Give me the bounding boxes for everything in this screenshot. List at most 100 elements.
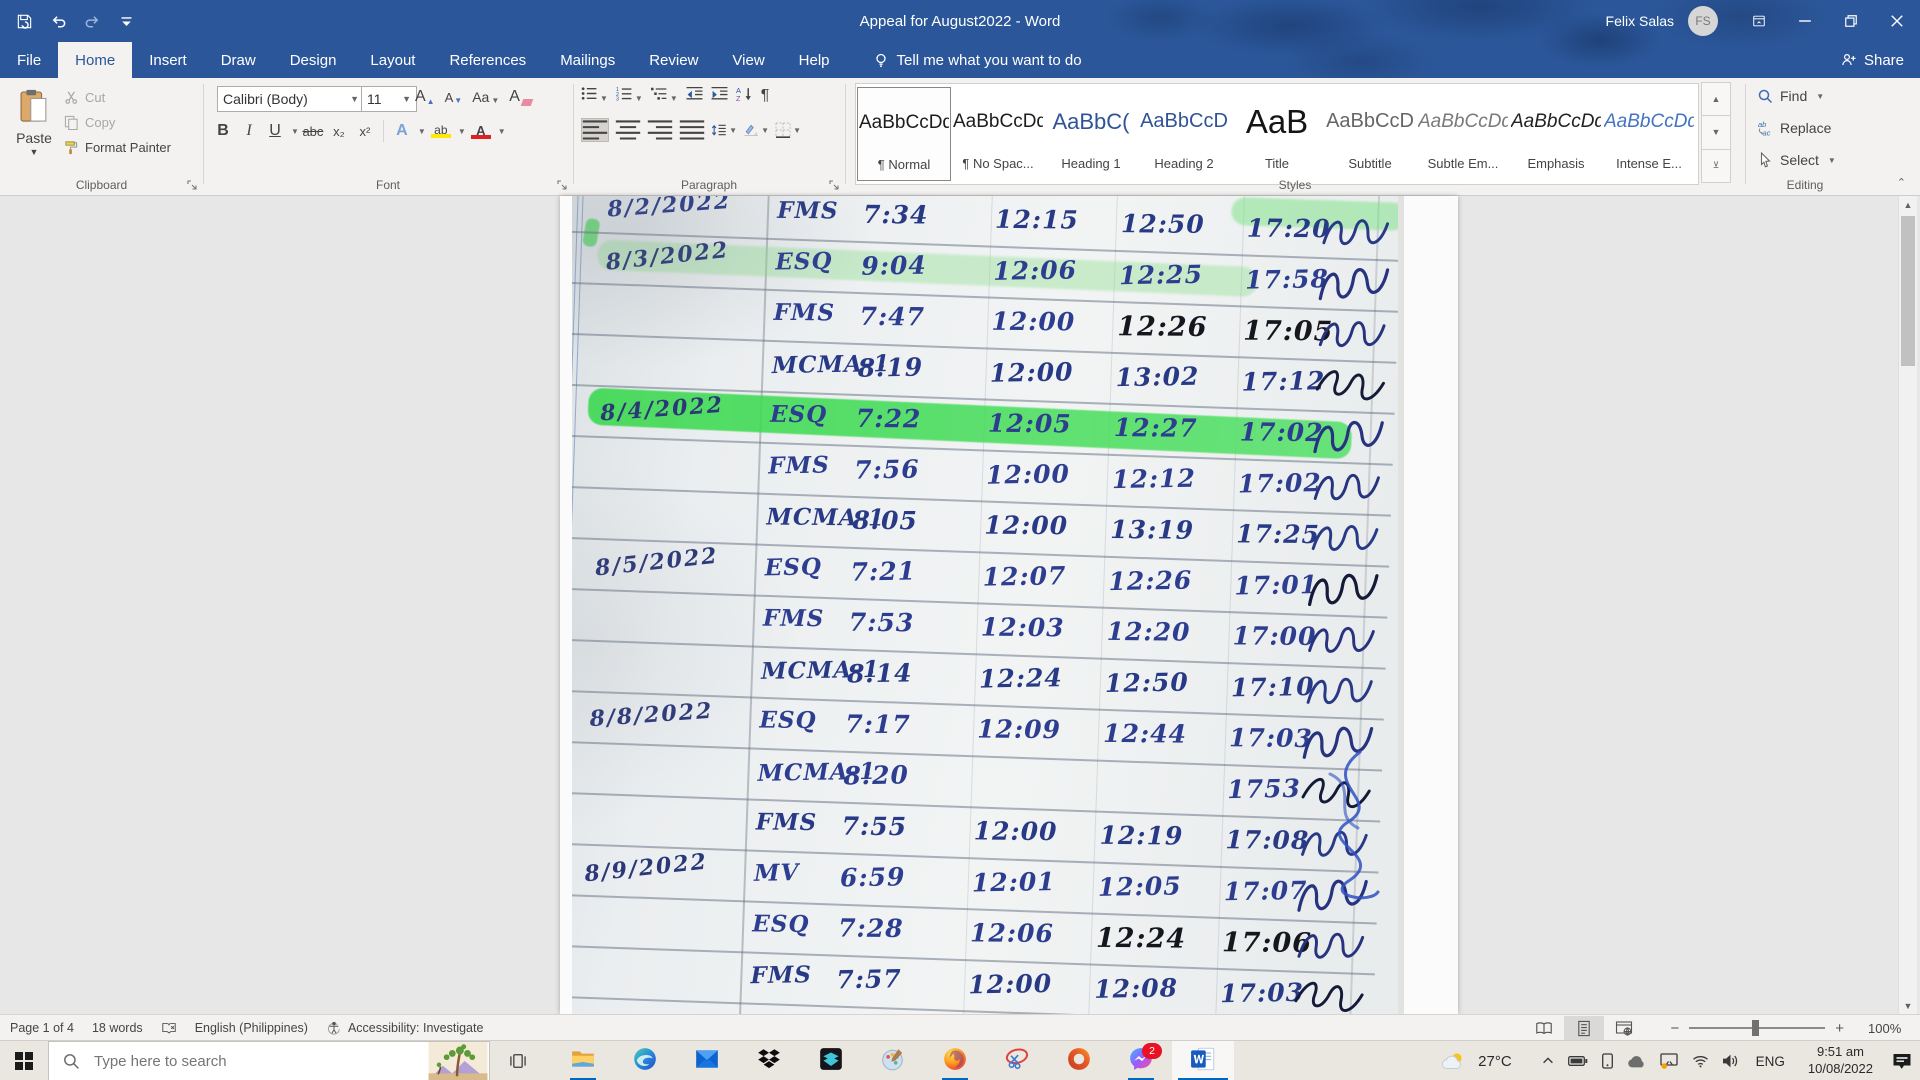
taskbar-app-file-explorer[interactable] (552, 1041, 614, 1080)
wifi-icon[interactable] (1692, 1055, 1709, 1068)
font-size-combo[interactable]: 11▼ (361, 86, 417, 112)
align-left-button[interactable] (581, 118, 609, 142)
italic-button[interactable]: I (237, 122, 261, 140)
line-spacing-button[interactable]: ▼ (711, 119, 737, 141)
undo-icon[interactable] (48, 11, 68, 31)
zoom-out-button[interactable]: − (1660, 1020, 1689, 1037)
taskbar-app-firefox[interactable] (924, 1041, 986, 1080)
styles-scroll-down-icon[interactable]: ▼ (1701, 115, 1731, 149)
style-subtitle[interactable]: AaBbCcDSubtitle (1324, 87, 1416, 179)
read-mode-button[interactable] (1524, 1016, 1564, 1040)
style--normal[interactable]: AaBbCcDd¶ Normal (857, 87, 951, 181)
taskbar-app-dropbox[interactable] (738, 1041, 800, 1080)
bullets-button[interactable]: ▼ (581, 86, 608, 106)
onedrive-icon[interactable] (1627, 1055, 1647, 1068)
word-count[interactable]: 18 words (92, 1021, 143, 1035)
taskbar-app-paint[interactable] (862, 1041, 924, 1080)
text-highlight-button[interactable]: ab (428, 124, 454, 138)
zoom-slider-thumb[interactable] (1752, 1020, 1759, 1036)
redo-icon[interactable] (82, 11, 102, 31)
multilevel-list-button[interactable]: ▼ (651, 86, 678, 106)
underline-button[interactable]: U (263, 122, 287, 140)
collapse-ribbon-icon[interactable]: ⌃ (1897, 176, 1906, 189)
style-heading-1[interactable]: AaBbC(Heading 1 (1045, 87, 1137, 179)
search-highlight-image[interactable] (427, 1042, 489, 1080)
save-icon[interactable] (14, 11, 34, 31)
sort-button[interactable]: AZ (736, 86, 753, 106)
tab-file[interactable]: File (0, 42, 58, 78)
restore-button[interactable] (1828, 0, 1874, 42)
taskbar-app-mail[interactable] (676, 1041, 738, 1080)
task-view-button[interactable] (497, 1041, 539, 1080)
font-color-button[interactable]: A (468, 124, 494, 139)
replace-button[interactable]: abac Replace (1757, 120, 1831, 136)
strikethrough-button[interactable]: abc (301, 124, 325, 139)
justify-button[interactable] (679, 119, 705, 141)
document-page[interactable]: 8/2/2022FMS7:3412:1512:5017:208/3/2022ES… (560, 196, 1458, 1014)
increase-indent-button[interactable] (711, 86, 728, 106)
weather-temp[interactable]: 27°C (1478, 1053, 1512, 1070)
change-case-button[interactable]: Aa▼ (472, 89, 499, 105)
grow-font-button[interactable]: A▲ (415, 88, 435, 106)
borders-button[interactable]: ▼ (775, 119, 801, 141)
search-input[interactable] (92, 1052, 427, 1071)
clipboard-dialog-launcher-icon[interactable] (186, 178, 199, 191)
wireless-display-icon[interactable] (1660, 1053, 1679, 1069)
print-layout-button[interactable] (1564, 1016, 1604, 1040)
select-button[interactable]: Select▼ (1757, 152, 1836, 168)
tab-design[interactable]: Design (273, 42, 354, 78)
format-painter-button[interactable]: Format Painter (64, 140, 171, 155)
taskbar-app-edge[interactable] (614, 1041, 676, 1080)
proofing-icon[interactable] (161, 1021, 177, 1035)
numbering-button[interactable]: 123▼ (616, 86, 643, 106)
account-name[interactable]: Felix Salas (1606, 13, 1674, 29)
tab-view[interactable]: View (715, 42, 781, 78)
phone-link-icon[interactable] (1601, 1053, 1614, 1069)
clear-formatting-button[interactable]: A (509, 88, 532, 106)
taskbar-app-predator[interactable] (800, 1041, 862, 1080)
style-emphasis[interactable]: AaBbCcDdEmphasis (1510, 87, 1602, 179)
ribbon-display-options-icon[interactable] (1736, 0, 1782, 42)
taskbar-app-sketch[interactable] (986, 1041, 1048, 1080)
align-right-button[interactable] (647, 119, 673, 141)
page-indicator[interactable]: Page 1 of 4 (10, 1021, 74, 1035)
start-button[interactable] (0, 1041, 48, 1080)
style-heading-2[interactable]: AaBbCcDHeading 2 (1138, 87, 1230, 179)
paragraph-dialog-launcher-icon[interactable] (828, 178, 841, 191)
clock[interactable]: 9:51 am 10/08/2022 (1808, 1044, 1873, 1078)
taskbar-search-box[interactable] (48, 1041, 490, 1080)
zoom-percentage[interactable]: 100% (1868, 1021, 1912, 1036)
tab-draw[interactable]: Draw (204, 42, 273, 78)
bold-button[interactable]: B (211, 122, 235, 140)
tab-home[interactable]: Home (58, 42, 132, 78)
taskbar-app-messenger[interactable]: 2 (1110, 1041, 1172, 1080)
tab-references[interactable]: References (432, 42, 543, 78)
superscript-button[interactable]: x² (353, 124, 377, 139)
zoom-in-button[interactable]: + (1825, 1020, 1854, 1037)
styles-scroll-up-icon[interactable]: ▲ (1701, 82, 1731, 116)
action-center-icon[interactable] (1892, 1053, 1912, 1070)
hidden-icons-chevron[interactable] (1541, 1054, 1555, 1068)
volume-icon[interactable] (1722, 1054, 1739, 1068)
tab-layout[interactable]: Layout (353, 42, 432, 78)
close-button[interactable] (1874, 0, 1920, 42)
text-effects-button[interactable]: A (390, 122, 414, 140)
tab-help[interactable]: Help (782, 42, 847, 78)
tab-insert[interactable]: Insert (132, 42, 204, 78)
show-marks-button[interactable]: ¶ (761, 87, 770, 105)
scrollbar-thumb[interactable] (1901, 216, 1915, 366)
align-center-button[interactable] (615, 119, 641, 141)
vertical-scrollbar[interactable]: ▲ ▼ (1898, 196, 1917, 1014)
style--no-spac-[interactable]: AaBbCcDd¶ No Spac... (952, 87, 1044, 179)
scroll-up-icon[interactable]: ▲ (1899, 196, 1917, 213)
tell-me-box[interactable]: Tell me what you want to do (873, 42, 1082, 78)
tab-mailings[interactable]: Mailings (543, 42, 632, 78)
battery-icon[interactable] (1568, 1055, 1588, 1067)
subscript-button[interactable]: x₂ (327, 124, 351, 139)
font-name-combo[interactable]: Calibri (Body)▼ (217, 86, 365, 112)
customize-qat-icon[interactable] (116, 11, 136, 31)
web-layout-button[interactable] (1604, 1016, 1644, 1040)
style-subtle-em-[interactable]: AaBbCcDdSubtle Em... (1417, 87, 1509, 179)
language-indicator[interactable]: English (Philippines) (195, 1021, 308, 1035)
style-title[interactable]: AaBTitle (1231, 87, 1323, 179)
